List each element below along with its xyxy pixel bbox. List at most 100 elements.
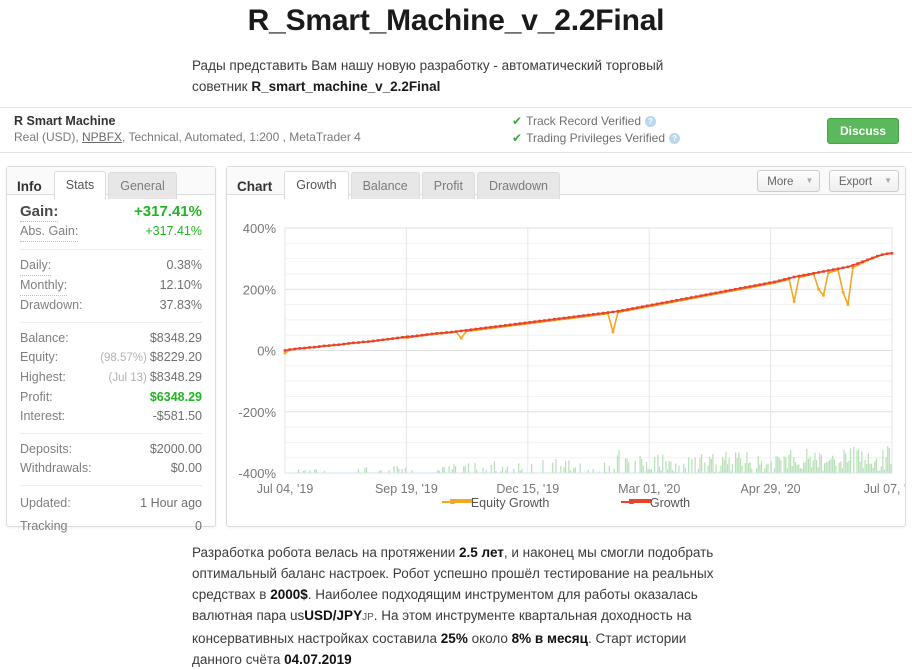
desc-p1: Разработка робота велась на протяжении xyxy=(192,545,460,560)
help-icon[interactable]: ? xyxy=(645,116,656,127)
stats-list: Gain: +317.41% Abs. Gain: +317.41% Daily… xyxy=(7,195,215,538)
chart-panel: Chart Growth Balance Profit Drawdown More ▼ E… xyxy=(226,166,906,527)
stat-value: 0.38% xyxy=(166,258,202,272)
verification-label: Track Record Verified xyxy=(526,114,641,128)
stat-label: Daily: xyxy=(20,256,52,276)
stat-value: (98.57%) $8229.20 xyxy=(100,348,202,368)
stat-value: +317.41% xyxy=(145,224,202,238)
growth-chart[interactable]: 400% 200% 0% -200% -400% Jul 04, '19 Sep 19, '… xyxy=(227,195,905,526)
stat-value: $0.00 xyxy=(170,461,202,475)
desc-p3b: JP xyxy=(362,612,374,623)
desc-b4: 25% xyxy=(440,631,468,646)
stat-value: 0 xyxy=(195,519,202,533)
stat-label: Highest: xyxy=(20,370,66,384)
divider xyxy=(20,485,202,486)
tab-stats[interactable]: Stats xyxy=(53,171,107,199)
stat-label: Interest: xyxy=(20,409,66,423)
stat-row-balance: Balance: $8348.29 xyxy=(20,329,202,348)
svg-text:-200%: -200% xyxy=(238,405,276,420)
tab-growth[interactable]: Growth xyxy=(284,171,349,199)
divider xyxy=(20,249,202,250)
stat-value: $8348.29 xyxy=(149,331,202,345)
stat-row-gain: Gain: +317.41% xyxy=(20,202,202,222)
stat-row-drawdown: Drawdown: 37.83% xyxy=(20,296,202,315)
svg-text:Dec 15, '19: Dec 15, '19 xyxy=(496,482,559,496)
stat-row-withdrawals: Withdrawals: $0.00 xyxy=(20,459,202,478)
account-identity: R Smart Machine Real (USD), NPBFX, Techn… xyxy=(14,113,361,146)
stat-value: 12.10% xyxy=(159,278,202,292)
svg-text:400%: 400% xyxy=(243,221,277,236)
stat-row-profit: Profit: $6348.29 xyxy=(20,388,202,407)
info-panel-tabs: Info Stats General xyxy=(7,167,215,199)
stat-row-interest: Interest: -$581.50 xyxy=(20,407,202,426)
svg-text:Jul 07, '20: Jul 07, '20 xyxy=(864,482,905,496)
desc-b3: USD/JPY xyxy=(304,608,363,623)
account-meta: Real (USD), NPBFX, Technical, Automated,… xyxy=(14,129,361,146)
stat-row-monthly: Monthly: 12.10% xyxy=(20,276,202,296)
legend-marker xyxy=(620,499,643,504)
export-label: Export xyxy=(838,176,873,188)
stat-label: Withdrawals: xyxy=(20,461,92,475)
tab-info[interactable]: Info xyxy=(13,172,52,199)
legend-label: Growth xyxy=(649,496,691,510)
svg-text:Sep 19, '19: Sep 19, '19 xyxy=(375,482,438,496)
check-icon: ✔ xyxy=(512,131,523,145)
chart-svg: 400% 200% 0% -200% -400%Jul 04, '19 Sep 19, '… xyxy=(238,221,905,496)
svg-text:0%: 0% xyxy=(257,344,276,359)
stat-label: Gain: xyxy=(20,203,59,222)
stat-value: $6348.29 xyxy=(149,390,202,404)
stat-label: Balance: xyxy=(20,331,69,345)
tab-general[interactable]: General xyxy=(108,172,177,199)
verification-row-trading-privileges: ✔ Trading Privileges Verified? xyxy=(512,130,681,147)
chart-legend: Equity Growth Growth xyxy=(227,496,905,510)
intro-product-name: R_smart_machine_v_2.2Final xyxy=(251,79,441,94)
svg-text:Apr 29, '20: Apr 29, '20 xyxy=(741,482,801,496)
stat-row-tracking: Tracking 0 xyxy=(20,515,202,538)
page-title: R_Smart_Machine_v_2.2Final xyxy=(247,4,665,37)
desc-b1: 2.5 лет xyxy=(459,545,504,560)
page-root: R_Smart_Machine_v_2.2Final Рады представ… xyxy=(0,0,912,667)
desc-p5: около xyxy=(467,631,512,646)
check-icon: ✔ xyxy=(512,114,523,128)
export-button[interactable]: Export ▼ xyxy=(828,170,899,192)
stat-value-main: $8348.29 xyxy=(149,370,202,384)
stat-value: (Jul 13) $8348.29 xyxy=(109,368,203,388)
legend-item-equity-growth[interactable]: Equity Growth xyxy=(441,496,549,510)
svg-text:-400%: -400% xyxy=(238,466,276,481)
verification-row-track-record: ✔ Track Record Verified? xyxy=(512,113,680,130)
stat-label: Updated: xyxy=(20,496,71,510)
stat-value: $2000.00 xyxy=(149,442,202,456)
stat-row-abs-gain: Abs. Gain: +317.41% xyxy=(20,222,202,242)
account-bar: R Smart Machine Real (USD), NPBFX, Techn… xyxy=(0,107,912,153)
stat-label: Abs. Gain: xyxy=(20,222,79,242)
info-panel: Info Stats General Gain: +317.41% Abs. Gai… xyxy=(6,166,216,533)
desc-b2: 2000$ xyxy=(270,587,308,602)
desc-b5: 8% в месяц xyxy=(511,631,588,646)
stat-value: +317.41% xyxy=(134,203,202,220)
stat-label: Profit: xyxy=(20,390,53,404)
help-icon[interactable]: ? xyxy=(669,133,681,144)
stat-value-main: $8229.20 xyxy=(149,350,202,364)
divider xyxy=(20,322,202,323)
more-button[interactable]: More ▼ xyxy=(757,170,821,192)
legend-item-growth[interactable]: Growth xyxy=(620,496,691,510)
svg-text:Mar 01, '20: Mar 01, '20 xyxy=(618,482,680,496)
stat-value-prefix: (98.57%) xyxy=(100,352,147,364)
stat-row-updated: Updated: 1 Hour ago xyxy=(20,492,202,515)
chevron-down-icon: ▼ xyxy=(884,176,892,185)
stat-label: Monthly: xyxy=(20,276,68,296)
stat-row-highest: Highest: (Jul 13) $8348.29 xyxy=(20,368,202,388)
stat-value: 37.83% xyxy=(159,298,202,312)
broker-link[interactable]: NPBFX xyxy=(82,130,122,144)
stat-row-deposits: Deposits: $2000.00 xyxy=(20,440,202,459)
description-paragraph: Разработка робота велась на протяжении 2… xyxy=(192,542,722,670)
stat-label: Equity: xyxy=(20,350,59,364)
verification-list: ✔ Track Record Verified? ✔ Trading Privile… xyxy=(512,113,681,147)
stat-value-prefix: (Jul 13) xyxy=(108,372,147,384)
stat-value: -$581.50 xyxy=(152,409,202,423)
account-meta-pre: Real (USD), xyxy=(14,130,83,144)
divider xyxy=(20,433,202,434)
stat-value: 1 Hour ago xyxy=(140,496,202,510)
discuss-button[interactable]: Discuss xyxy=(826,118,899,144)
desc-b6: 04.07.2019 xyxy=(284,652,352,667)
